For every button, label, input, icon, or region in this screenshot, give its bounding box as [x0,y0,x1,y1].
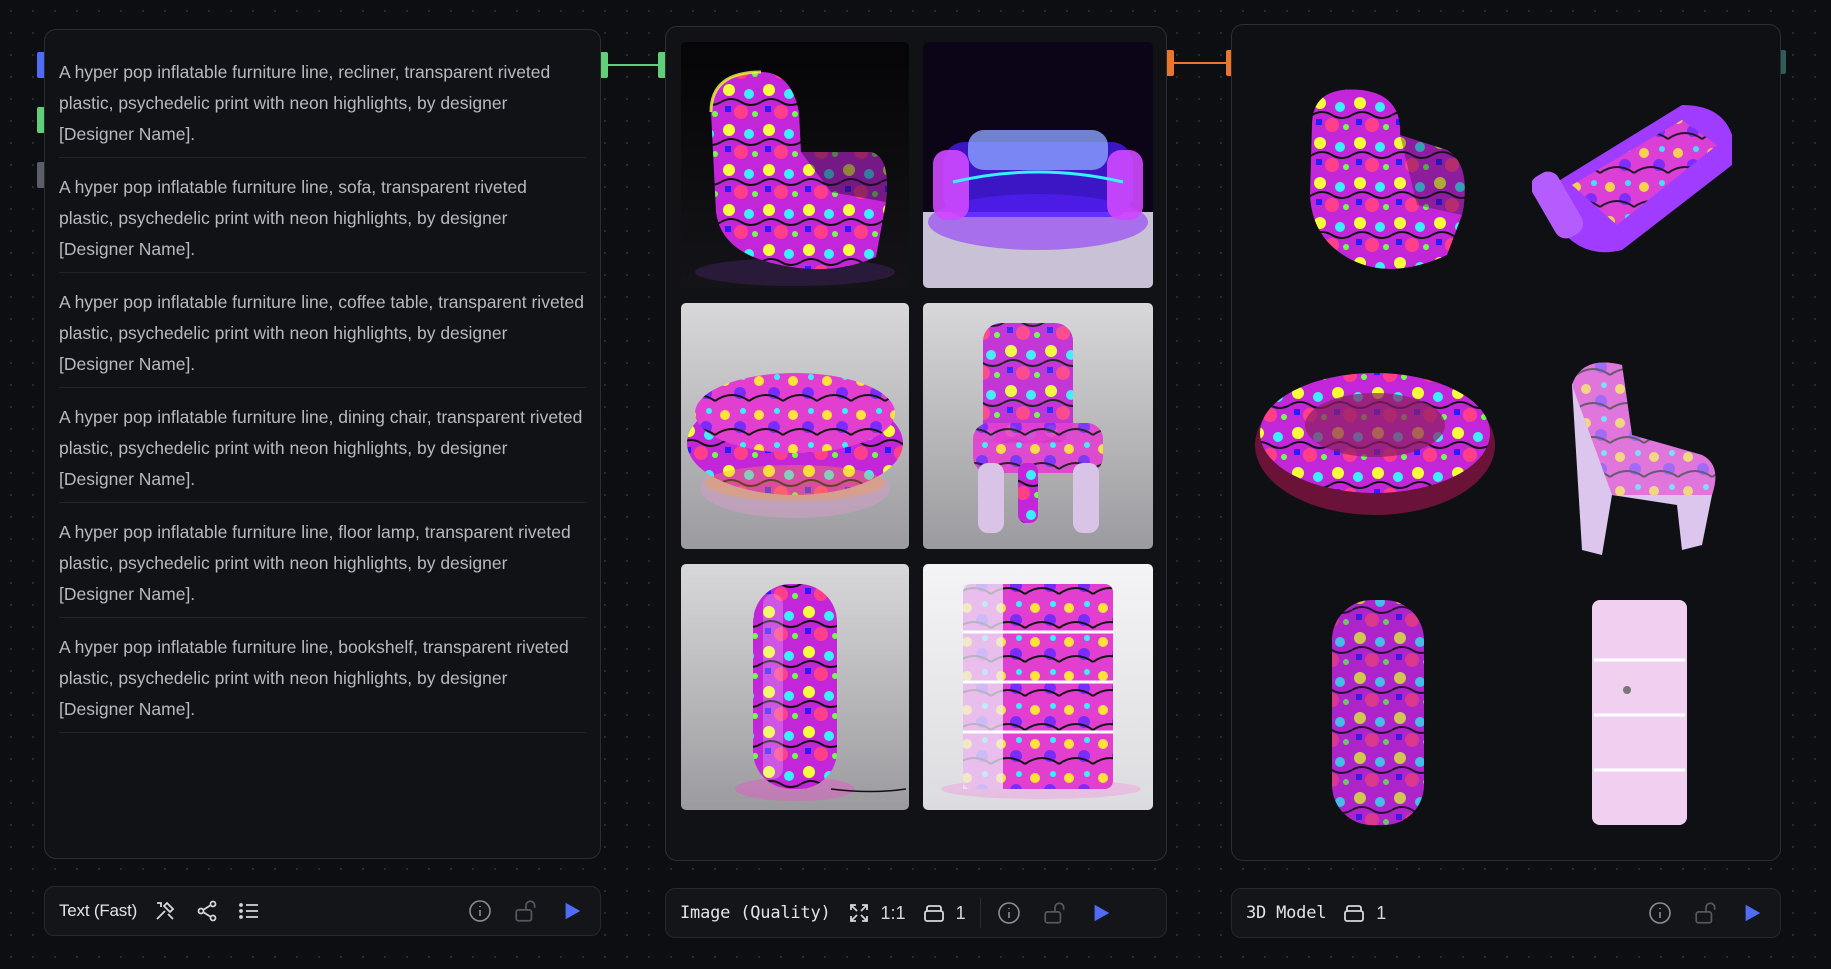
connector-text-to-image [606,64,660,66]
expand-icon [845,899,873,927]
model-node-label[interactable]: 3D Model [1246,903,1326,923]
image-node-panel [665,26,1167,861]
unlock-icon[interactable] [1041,899,1069,927]
info-icon[interactable] [466,897,494,925]
play-icon[interactable] [558,897,586,925]
prompt-item[interactable]: A hyper pop inflatable furniture line, f… [59,517,586,618]
prompt-item[interactable]: A hyper pop inflatable furniture line, d… [59,402,586,503]
image-node-model-label[interactable]: Image (Quality) [680,903,831,923]
generated-image-dining-chair[interactable] [923,303,1153,549]
layers-icon [920,899,948,927]
generated-image-recliner[interactable] [681,42,909,288]
info-icon[interactable] [1646,899,1674,927]
model-node-toolbar: 3D Model 1 [1231,888,1781,938]
text-node-panel: A hyper pop inflatable furniture line, r… [44,29,601,859]
generated-image-sofa[interactable] [923,42,1153,288]
prompt-item[interactable]: A hyper pop inflatable furniture line, s… [59,172,586,273]
aspect-ratio-control[interactable]: 1:1 [845,899,906,927]
model-count-control[interactable]: 1 [1340,899,1386,927]
prompt-item[interactable]: A hyper pop inflatable furniture line, b… [59,632,586,733]
layers-icon [1340,899,1368,927]
model-render-floor-lamp[interactable] [1312,590,1442,850]
text-node-model-label[interactable]: Text (Fast) [59,901,137,921]
share-icon[interactable] [193,897,221,925]
list-icon[interactable] [235,897,263,925]
unlock-icon[interactable] [1692,899,1720,927]
image-count-control[interactable]: 1 [920,899,966,927]
model-node-panel [1231,24,1781,861]
model-render-coffee-table[interactable] [1250,345,1500,525]
play-icon[interactable] [1087,899,1115,927]
text-node-toolbar: Text (Fast) [44,886,601,936]
model-render-bookshelf[interactable] [1572,590,1702,850]
generated-image-floor-lamp[interactable] [681,564,909,810]
info-icon[interactable] [995,899,1023,927]
tools-icon[interactable] [151,897,179,925]
model-render-recliner[interactable] [1272,55,1492,285]
aspect-ratio-value: 1:1 [880,902,906,923]
generated-image-bookshelf[interactable] [923,564,1153,810]
play-icon[interactable] [1738,899,1766,927]
toolbar-divider [979,898,981,928]
image-node-toolbar: Image (Quality) 1:1 1 [665,888,1167,938]
model-render-dining-chair[interactable] [1542,345,1732,575]
model-render-sofa[interactable] [1532,75,1752,275]
connector-image-to-model [1172,62,1228,64]
prompt-item[interactable]: A hyper pop inflatable furniture line, r… [59,57,586,158]
image-count-value: 1 [955,902,966,923]
model-count-value: 1 [1376,902,1387,923]
generated-image-coffee-table[interactable] [681,303,909,549]
unlock-icon[interactable] [512,897,540,925]
prompt-item[interactable]: A hyper pop inflatable furniture line, c… [59,287,586,388]
